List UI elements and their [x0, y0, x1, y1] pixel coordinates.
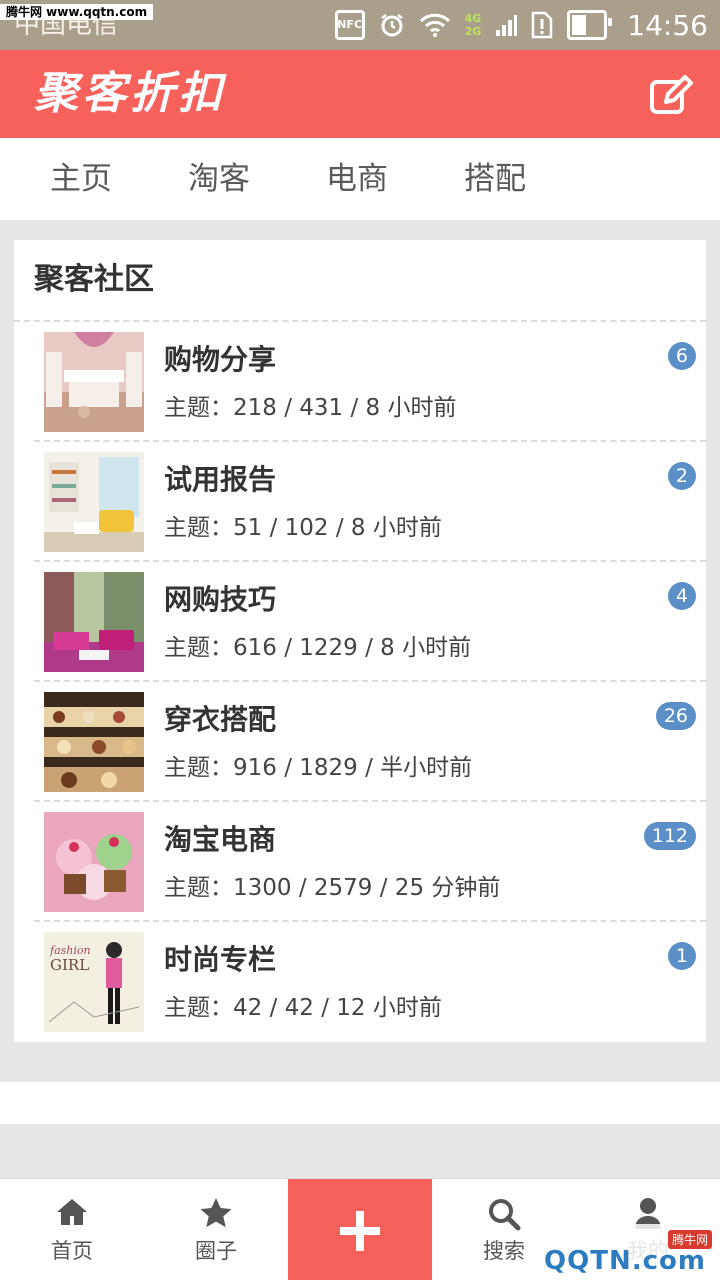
watermark-text: QQTN.com [544, 1246, 706, 1276]
new-count-badge: 112 [643, 822, 696, 850]
new-count-badge: 2 [667, 462, 696, 490]
net-4g-label: 4G [464, 12, 482, 25]
sim-alert-icon [531, 10, 553, 40]
board-thumbnail: fashion GIRL [44, 932, 144, 1032]
board-row[interactable]: 穿衣搭配 主题：916 / 1829 / 半小时前 26 [34, 682, 706, 802]
blank-strip [0, 1082, 720, 1124]
stats-values: 42 / 42 / 12 小时前 [233, 995, 442, 1021]
status-time: 14:56 [627, 8, 708, 42]
board-stats: 主题：51 / 102 / 8 小时前 [164, 510, 442, 546]
nfc-icon: NFC [334, 10, 365, 40]
alarm-icon [379, 10, 405, 40]
app-logo: 聚客折扣 [34, 68, 226, 119]
wifi-icon [419, 10, 451, 40]
nav-post-button[interactable] [288, 1179, 432, 1280]
nav-circle-label: 圈子 [195, 1239, 237, 1263]
stats-prefix: 主题： [164, 875, 233, 901]
board-thumbnail [44, 332, 144, 432]
stats-values: 1300 / 2579 / 25 分钟前 [233, 875, 501, 901]
board-row[interactable]: 购物分享 主题：218 / 431 / 8 小时前 6 [34, 322, 706, 442]
app-bar: 聚客折扣 [0, 50, 720, 138]
status-bar: 中国电信 腾牛网 www.qqtn.com NFC 4G 2G 14:56 [0, 0, 720, 50]
board-stats: 主题：42 / 42 / 12 小时前 [164, 990, 442, 1026]
fashion-thumb-text-2: GIRL [50, 956, 89, 974]
nav-home-label: 首页 [51, 1239, 93, 1263]
tab-taoke[interactable]: 淘客 [188, 138, 250, 220]
new-count-badge: 26 [655, 702, 696, 730]
battery-fill [572, 15, 586, 35]
board-name: 试用报告 [164, 463, 277, 496]
stats-prefix: 主题： [164, 995, 233, 1021]
plus-icon [340, 1211, 380, 1251]
new-count-badge: 4 [667, 582, 696, 610]
search-icon [489, 1199, 521, 1231]
board-thumbnail [44, 452, 144, 552]
board-stats: 主题：218 / 431 / 8 小时前 [164, 390, 457, 426]
board-stats: 主题：916 / 1829 / 半小时前 [164, 750, 472, 786]
board-name: 购物分享 [164, 343, 277, 376]
battery-icon [567, 10, 613, 40]
board-name: 穿衣搭配 [164, 703, 277, 736]
board-thumbnail [44, 812, 144, 912]
board-name: 淘宝电商 [164, 823, 277, 856]
board-name: 网购技巧 [164, 583, 277, 616]
community-card: 聚客社区 购物分享 主题：218 / 431 / 8 小时前 6 试用报告 主题… [14, 240, 706, 1042]
new-count-badge: 1 [667, 942, 696, 970]
board-row[interactable]: fashion GIRL 时尚专栏 主题：42 / 42 / 12 小时前 1 [34, 922, 706, 1042]
tab-outfit[interactable]: 搭配 [464, 138, 526, 220]
board-stats: 主题：616 / 1229 / 8 小时前 [164, 630, 471, 666]
board-row[interactable]: 试用报告 主题：51 / 102 / 8 小时前 2 [34, 442, 706, 562]
board-thumbnail [44, 692, 144, 792]
watermark-bottom: 腾牛网 QQTN.com [540, 1224, 720, 1280]
stats-prefix: 主题： [164, 755, 233, 781]
tab-bar: 主页 淘客 电商 搭配 [0, 138, 720, 220]
board-thumbnail [44, 572, 144, 672]
board-row[interactable]: 淘宝电商 主题：1300 / 2579 / 25 分钟前 112 [34, 802, 706, 922]
home-icon [57, 1199, 87, 1225]
stats-values: 51 / 102 / 8 小时前 [233, 515, 442, 541]
stats-prefix: 主题： [164, 515, 233, 541]
stats-values: 616 / 1229 / 8 小时前 [233, 635, 472, 661]
star-icon [200, 1198, 232, 1228]
new-count-badge: 6 [667, 342, 696, 370]
tab-ecommerce[interactable]: 电商 [326, 138, 388, 220]
edit-icon [650, 75, 693, 114]
board-stats: 主题：1300 / 2579 / 25 分钟前 [164, 870, 500, 906]
net-2g-label: 2G [464, 25, 482, 38]
stats-prefix: 主题： [164, 635, 233, 661]
stats-prefix: 主题： [164, 395, 233, 421]
stats-values: 218 / 431 / 8 小时前 [233, 395, 457, 421]
network-type: 4G 2G [465, 10, 482, 40]
status-icons: NFC 4G 2G 14:56 [334, 8, 708, 42]
board-name: 时尚专栏 [164, 943, 277, 976]
stats-values: 916 / 1829 / 半小时前 [233, 755, 473, 781]
community-title: 聚客社区 [14, 240, 706, 322]
signal-icon [495, 10, 518, 40]
tab-home[interactable]: 主页 [50, 138, 112, 220]
nav-home[interactable]: 首页 [0, 1179, 144, 1280]
watermark-top: 腾牛网 www.qqtn.com [0, 4, 154, 20]
nav-circle[interactable]: 圈子 [144, 1179, 288, 1280]
board-row[interactable]: 网购技巧 主题：616 / 1229 / 8 小时前 4 [34, 562, 706, 682]
edit-button[interactable] [648, 72, 694, 118]
